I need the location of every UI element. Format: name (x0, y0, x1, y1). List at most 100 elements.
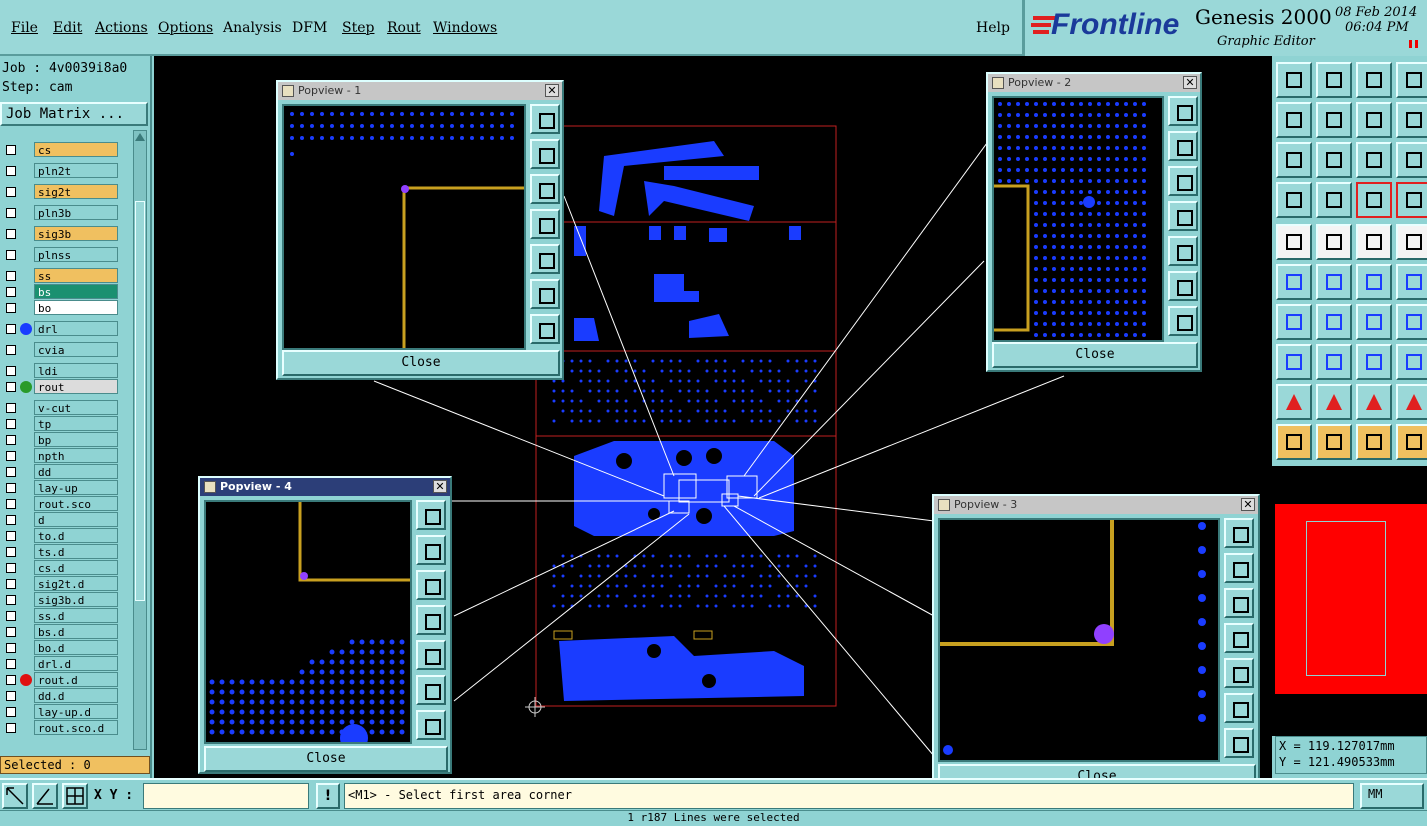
save-tool[interactable] (1276, 62, 1312, 98)
popview-2-title[interactable]: Popview - 2 ✕ (988, 74, 1200, 92)
zoom-in-button[interactable] (530, 279, 560, 309)
layer-row[interactable]: cs.d (0, 560, 122, 576)
layer-checkbox[interactable] (6, 145, 16, 155)
layer-row[interactable]: to.d (0, 528, 122, 544)
layer-name[interactable]: sig3b (34, 226, 118, 241)
layer-name[interactable]: lay-up (34, 480, 118, 495)
layer-row[interactable]: bs (0, 284, 122, 300)
net2-tool[interactable] (1396, 182, 1427, 218)
help-tool[interactable] (1396, 142, 1427, 178)
layer-name[interactable]: ss (34, 268, 118, 283)
layer-row[interactable]: rout.sco (0, 496, 122, 512)
menu-file[interactable]: File (11, 20, 38, 36)
layer-name[interactable]: d (34, 512, 118, 527)
layer-checkbox[interactable] (6, 208, 16, 218)
minus-tool[interactable] (1316, 344, 1352, 380)
window-menu-icon[interactable] (992, 77, 1004, 89)
layer-row[interactable]: plnss (0, 247, 122, 263)
layer-checkbox[interactable] (6, 611, 16, 621)
pan-down-button[interactable] (1168, 166, 1198, 196)
popview-1-title[interactable]: Popview - 1 ✕ (278, 82, 562, 100)
layer-row[interactable]: sig3b.d (0, 592, 122, 608)
zoom-home-button[interactable] (1168, 96, 1198, 126)
layer-row[interactable]: rout.d (0, 672, 122, 688)
grid-button[interactable] (62, 783, 88, 809)
layer-checkbox[interactable] (6, 499, 16, 509)
load-tool[interactable] (1316, 62, 1352, 98)
layer-checkbox[interactable] (6, 229, 16, 239)
zoom-in-button[interactable] (416, 675, 446, 705)
layer-name[interactable]: ts.d (34, 544, 118, 559)
layer-name[interactable]: cs.d (34, 560, 118, 575)
net-tool[interactable] (1356, 182, 1392, 218)
layer-checkbox[interactable] (6, 419, 16, 429)
arrow-tool[interactable] (1356, 264, 1392, 300)
layer-row[interactable]: ss.d (0, 608, 122, 624)
layer-name[interactable]: rout (34, 379, 118, 394)
measure-tool[interactable] (1356, 344, 1392, 380)
close-icon[interactable]: ✕ (545, 84, 559, 97)
menu-step[interactable]: Step (342, 20, 374, 36)
layer-name[interactable]: plnss (34, 247, 118, 262)
layer-name[interactable]: rout.sco.d (34, 720, 118, 735)
pan-up-button[interactable] (1224, 553, 1254, 583)
menu-actions[interactable]: Actions (95, 20, 148, 36)
layer-checkbox[interactable] (6, 324, 16, 334)
layer-row[interactable]: lay-up.d (0, 704, 122, 720)
pan-down-button[interactable] (530, 174, 560, 204)
pan-down-button[interactable] (1224, 588, 1254, 618)
layer-checkbox[interactable] (6, 483, 16, 493)
zoom-out-button[interactable] (416, 710, 446, 740)
layer-checkbox[interactable] (6, 515, 16, 525)
scroll-up-icon[interactable] (135, 133, 145, 141)
layer-name[interactable]: rout.sco (34, 496, 118, 511)
layer-name[interactable]: bo (34, 300, 118, 315)
zoom-home-button[interactable] (530, 104, 560, 134)
layer-name[interactable]: tp (34, 416, 118, 431)
layer-row[interactable]: sig2t (0, 184, 122, 200)
layer-checkbox[interactable] (6, 366, 16, 376)
pan-left-button[interactable] (530, 209, 560, 239)
layer-checkbox[interactable] (6, 723, 16, 733)
shape-tool[interactable] (1396, 344, 1427, 380)
layer-checkbox[interactable] (6, 345, 16, 355)
feature-tool[interactable] (1276, 224, 1312, 260)
layer-checkbox[interactable] (6, 675, 16, 685)
delete-tool[interactable] (1316, 264, 1352, 300)
pan-left-button[interactable] (1224, 623, 1254, 653)
layer-name[interactable]: rout.d (34, 672, 118, 687)
layer-row[interactable]: dd.d (0, 688, 122, 704)
pan-left-button[interactable] (1168, 201, 1198, 231)
menu-options[interactable]: Options (158, 20, 213, 36)
menu-dfm[interactable]: DFM (292, 20, 327, 36)
layer-name[interactable]: drl (34, 321, 118, 336)
pan-left-button[interactable] (416, 605, 446, 635)
layer-checkbox[interactable] (6, 659, 16, 669)
layer-name[interactable]: to.d (34, 528, 118, 543)
layer-checkbox[interactable] (6, 547, 16, 557)
layer-row[interactable]: bo.d (0, 640, 122, 656)
select-tool[interactable] (1276, 424, 1312, 460)
zoom-in-button[interactable] (1224, 693, 1254, 723)
pan-right-button[interactable] (416, 640, 446, 670)
pan-right-button[interactable] (530, 244, 560, 274)
layer-row[interactable]: npth (0, 448, 122, 464)
layer-checkbox[interactable] (6, 627, 16, 637)
pad-tool[interactable] (1316, 182, 1352, 218)
layer-checkbox[interactable] (6, 403, 16, 413)
layer-name[interactable]: pln2t (34, 163, 118, 178)
layer-checkbox[interactable] (6, 250, 16, 260)
layer-name[interactable]: dd (34, 464, 118, 479)
undo-tool[interactable] (1356, 102, 1392, 138)
probe-tool[interactable] (1276, 182, 1312, 218)
zoom-home-button[interactable] (416, 500, 446, 530)
layer-checkbox[interactable] (6, 579, 16, 589)
layer-checkbox[interactable] (6, 187, 16, 197)
layer-row[interactable]: ss (0, 268, 122, 284)
layer-checkbox[interactable] (6, 691, 16, 701)
window-menu-icon[interactable] (938, 499, 950, 511)
window-menu-icon[interactable] (282, 85, 294, 97)
popview-2-close-button[interactable]: Close (992, 342, 1198, 368)
layer-name[interactable]: ldi (34, 363, 118, 378)
diagonal-tool[interactable] (1316, 304, 1352, 340)
